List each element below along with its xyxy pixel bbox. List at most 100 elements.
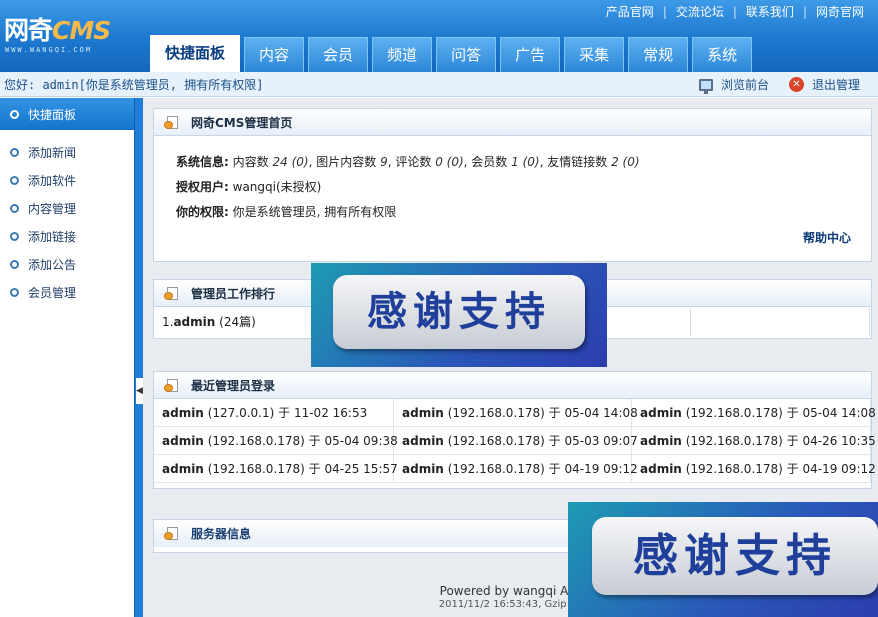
stat-label: 会员数 — [471, 155, 508, 169]
logout-label: 退出管理 — [811, 78, 860, 92]
login-time: 于 04-25 15:57 — [308, 462, 398, 476]
system-info-row: 系统信息: 内容数 24 (0), 图片内容数 9, 评论数 0 (0), 会员… — [176, 155, 640, 169]
thanks-banner-text: 感谢支持 — [592, 517, 878, 595]
permission-label: 你的权限: — [176, 205, 229, 219]
separator: | — [802, 5, 807, 19]
sidebar-divider: ◀ — [134, 98, 143, 617]
login-entry: admin (192.168.0.178) 于 04-25 15:57 — [154, 455, 398, 483]
login-entry: admin (192.168.0.178) 于 05-04 14:08 — [394, 399, 638, 427]
sidebar-item-add-news[interactable]: 添加新闻 — [0, 138, 134, 166]
subbar-actions: 浏览前台 ✕ 退出管理 — [698, 76, 860, 94]
separator: | — [662, 5, 667, 19]
login-entry: admin (192.168.0.178) 于 05-04 14:08 — [632, 399, 876, 427]
login-user: admin — [402, 406, 444, 420]
login-entry: admin (127.0.0.1) 于 11-02 16:53 — [154, 399, 394, 427]
login-grid: admin (127.0.0.1) 于 11-02 16:53 admin (19… — [154, 399, 876, 483]
login-ip: (192.168.0.178) — [685, 434, 783, 448]
welcome-text: 您好: admin[你是系统管理员, 拥有所有权限] — [4, 78, 264, 92]
login-user: admin — [162, 462, 204, 476]
sidebar-item-add-notice[interactable]: 添加公告 — [0, 250, 134, 278]
login-ip: (192.168.0.178) — [207, 434, 305, 448]
sidebar-header-label: 快捷面板 — [28, 107, 77, 122]
tab-collect[interactable]: 采集 — [564, 37, 625, 72]
thanks-banner: 感谢支持 — [311, 263, 607, 367]
stat-label: 内容数 — [232, 155, 269, 169]
circle-bullet-icon — [10, 175, 19, 185]
panel-title: 网奇CMS管理首页 — [191, 115, 293, 130]
panel-title: 服务器信息 — [191, 527, 252, 541]
browse-front-button[interactable]: 浏览前台 — [698, 76, 769, 94]
login-ip: (127.0.0.1) — [207, 406, 275, 420]
sys-info-label: 系统信息: — [176, 155, 229, 169]
tab-channels[interactable]: 频道 — [372, 37, 433, 72]
permission-value: 你是系统管理员, 拥有所有权限 — [232, 205, 397, 219]
link-contact[interactable]: 联系我们 — [746, 3, 794, 21]
sidebar-item-add-software[interactable]: 添加软件 — [0, 166, 134, 194]
rank-name: admin — [173, 315, 216, 329]
logout-button[interactable]: ✕ 退出管理 — [788, 76, 860, 93]
login-ip: (192.168.0.178) — [447, 406, 545, 420]
sidebar: 快捷面板 添加新闻 添加软件 内容管理 添加链接 添加公告 会员管理 — [0, 98, 134, 617]
sidebar-item-member-manage[interactable]: 会员管理 — [0, 278, 134, 306]
stat-label: 评论数 — [395, 155, 432, 169]
sidebar-item-label: 添加公告 — [28, 257, 77, 272]
circle-bullet-icon — [10, 147, 19, 157]
login-ip: (192.168.0.178) — [447, 462, 545, 476]
auth-label: 授权用户: — [176, 180, 229, 194]
login-time: 于 05-03 09:07 — [548, 434, 638, 448]
sidebar-header[interactable]: 快捷面板 — [0, 98, 134, 130]
sidebar-item-label: 添加新闻 — [28, 145, 77, 160]
tab-content[interactable]: 内容 — [244, 37, 305, 72]
auth-value: wangqi(未授权) — [232, 180, 322, 194]
login-time: 于 11-02 16:53 — [278, 406, 368, 420]
tab-system[interactable]: 系统 — [692, 37, 753, 72]
recent-login-panel: 最近管理员登录 admin (127.0.0.1) 于 11-02 16:53 a… — [153, 371, 876, 489]
login-time: 于 04-19 09:12 — [548, 462, 638, 476]
tab-ads[interactable]: 广告 — [500, 37, 561, 72]
browse-front-label: 浏览前台 — [720, 78, 769, 92]
logo-text: 网奇CMS — [4, 16, 111, 46]
login-ip: (192.168.0.178) — [207, 462, 305, 476]
tab-qa[interactable]: 问答 — [436, 37, 497, 72]
sidebar-item-label: 添加软件 — [28, 173, 77, 188]
tab-general[interactable]: 常规 — [628, 37, 689, 72]
monitor-icon — [698, 78, 713, 94]
link-forum[interactable]: 交流论坛 — [676, 3, 724, 21]
tab-quick-panel[interactable]: 快捷面板 — [150, 35, 241, 72]
login-user: admin — [640, 462, 682, 476]
logo-main-text: 网奇 — [4, 16, 53, 45]
permission-row: 你的权限: 你是系统管理员, 拥有所有权限 — [176, 203, 396, 220]
stat-label: 友情链接数 — [547, 155, 608, 169]
collapse-sidebar-button[interactable]: ◀ — [136, 378, 143, 404]
login-ip: (192.168.0.178) — [685, 462, 783, 476]
sidebar-item-content-manage[interactable]: 内容管理 — [0, 194, 134, 222]
tab-members[interactable]: 会员 — [308, 37, 369, 72]
stat-label: 图片内容数 — [316, 155, 377, 169]
login-time: 于 05-04 14:08 — [548, 406, 638, 420]
close-circle-icon: ✕ — [788, 77, 804, 92]
login-entry: admin (192.168.0.178) 于 05-04 09:38 — [154, 427, 398, 455]
circle-bullet-icon — [10, 287, 19, 297]
logo: 网奇CMS WWW.WANGQI.COM — [4, 16, 134, 58]
sidebar-item-add-link[interactable]: 添加链接 — [0, 222, 134, 250]
circle-bullet-icon — [10, 109, 19, 119]
panel-header: 网奇CMS管理首页 — [154, 109, 871, 136]
link-official-site[interactable]: 网奇官网 — [816, 3, 864, 21]
top-header: 网奇CMS WWW.WANGQI.COM 产品官网 | 交流论坛 | 联系我们 … — [0, 0, 878, 72]
login-user: admin — [162, 406, 204, 420]
login-entry: admin (192.168.0.178) 于 04-26 10:35 — [632, 427, 876, 455]
login-user: admin — [402, 462, 444, 476]
welcome-bar: 您好: admin[你是系统管理员, 拥有所有权限] 浏览前台 ✕ 退出管理 — [0, 72, 878, 97]
circle-bullet-icon — [10, 203, 19, 213]
login-ip: (192.168.0.178) — [685, 406, 783, 420]
stat-value: 0 (0) — [435, 155, 464, 169]
rank-count: (24篇) — [219, 315, 256, 329]
link-product-site[interactable]: 产品官网 — [606, 3, 654, 21]
panel-title: 最近管理员登录 — [191, 378, 276, 393]
stat-value: 1 (0) — [511, 155, 540, 169]
auth-user-row: 授权用户: wangqi(未授权) — [176, 178, 321, 195]
stat-value: 9 — [380, 155, 388, 169]
sidebar-item-label: 会员管理 — [28, 285, 77, 300]
help-center-link[interactable]: 帮助中心 — [803, 229, 851, 246]
circle-bullet-icon — [10, 259, 19, 269]
